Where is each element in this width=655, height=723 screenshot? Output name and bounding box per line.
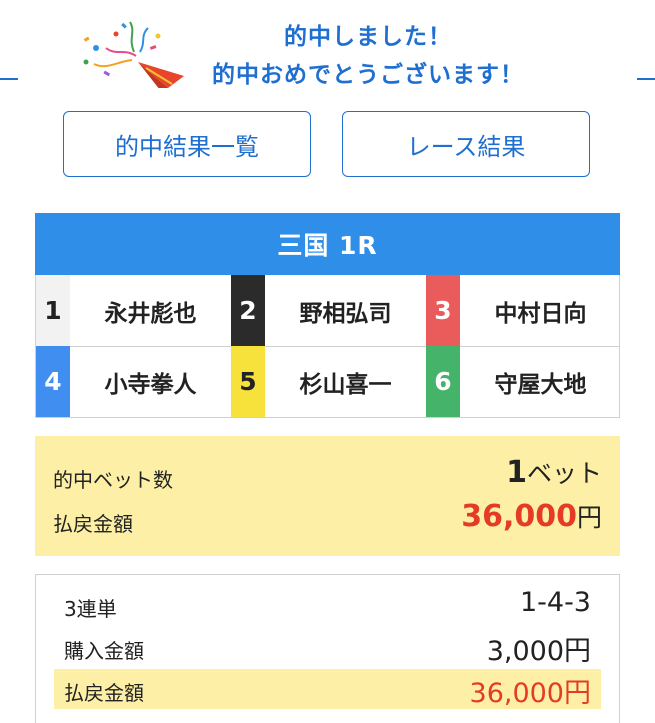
bet-count-label: 的中ベット数 bbox=[53, 468, 173, 492]
racer-number: 6 bbox=[426, 346, 460, 417]
background-page-right bbox=[637, 0, 655, 723]
racer-name: 中村日向 bbox=[494, 300, 587, 327]
hit-message-line1: 的中しました！ bbox=[284, 24, 452, 50]
racer-cell: 5 杉山喜一 bbox=[231, 346, 426, 417]
modal-header: 的中しました！ 的中おめでとうございます！ bbox=[18, 0, 637, 100]
bet-type-label: 3連単 bbox=[64, 597, 117, 621]
bet-count-value: 1ベット bbox=[506, 454, 602, 490]
hit-result-modal: 的中しました！ 的中おめでとうございます！ 的中結果一覧 レース結果 三国 1R… bbox=[18, 0, 637, 723]
racer-grid: 1 永井彪也 2 野相弘司 3 中村日向 4 小寺拳人 5 杉山喜一 6 守屋大地 bbox=[35, 275, 620, 418]
racer-cell: 2 野相弘司 bbox=[231, 275, 426, 346]
background-page-left bbox=[0, 0, 18, 723]
background-page-rule-right bbox=[637, 78, 655, 80]
race-title: 三国 1R bbox=[35, 213, 620, 275]
racer-name: 小寺拳人 bbox=[104, 371, 197, 398]
racer-name: 守屋大地 bbox=[494, 371, 587, 398]
racer-number: 2 bbox=[231, 275, 265, 346]
racer-number: 3 bbox=[426, 275, 460, 346]
bet-type-row: 3連単 1-4-3 bbox=[54, 585, 601, 625]
racer-cell: 4 小寺拳人 bbox=[36, 346, 231, 417]
racer-cell: 6 守屋大地 bbox=[426, 346, 621, 417]
racer-name: 杉山喜一 bbox=[299, 371, 392, 398]
hit-list-button[interactable]: 的中結果一覧 bbox=[63, 111, 311, 177]
racer-number: 4 bbox=[36, 346, 70, 417]
hit-message-line2: 的中おめでとうございます！ bbox=[212, 62, 524, 88]
racer-name: 野相弘司 bbox=[299, 300, 392, 327]
purchase-row: 購入金額 3,000円 bbox=[54, 627, 601, 667]
bet-count-unit: ベット bbox=[526, 459, 602, 488]
bet-detail: 3連単 1-4-3 購入金額 3,000円 払戻金額 36,000円 bbox=[35, 574, 620, 723]
payout-value: 36,000円 bbox=[461, 498, 602, 534]
detail-payout-label: 払戻金額 bbox=[64, 681, 144, 705]
racer-number: 1 bbox=[36, 275, 70, 346]
purchase-value: 3,000円 bbox=[486, 636, 591, 667]
racer-cell: 3 中村日向 bbox=[426, 275, 621, 346]
payout-amount: 36,000 bbox=[461, 499, 577, 534]
bet-count-number: 1 bbox=[506, 455, 527, 490]
detail-payout-value: 36,000円 bbox=[469, 678, 591, 709]
hit-summary: 的中ベット数 1ベット 払戻金額 36,000円 bbox=[35, 436, 620, 556]
bet-type-value: 1-4-3 bbox=[519, 587, 591, 618]
purchase-label: 購入金額 bbox=[64, 639, 144, 663]
background-page-rule bbox=[0, 78, 18, 80]
racer-cell: 1 永井彪也 bbox=[36, 275, 231, 346]
payout-unit: 円 bbox=[576, 503, 602, 532]
race-result-button[interactable]: レース結果 bbox=[342, 111, 590, 177]
racer-number: 5 bbox=[231, 346, 265, 417]
hit-message: 的中しました！ 的中おめでとうございます！ bbox=[168, 18, 568, 94]
detail-payout-row: 払戻金額 36,000円 bbox=[54, 669, 601, 709]
payout-label: 払戻金額 bbox=[53, 512, 133, 536]
racer-name: 永井彪也 bbox=[104, 300, 197, 327]
